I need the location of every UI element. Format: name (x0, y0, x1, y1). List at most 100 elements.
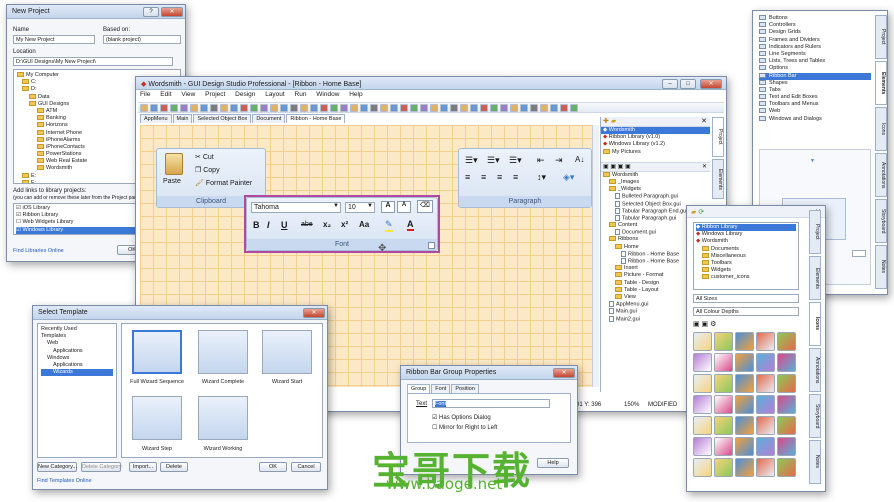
toolbar-button-icon[interactable] (390, 104, 398, 112)
toolbar-button-icon[interactable] (240, 104, 248, 112)
text-field[interactable]: Font (432, 399, 550, 408)
preview-dropdown-field[interactable] (852, 250, 866, 257)
element-category-item[interactable]: Ribbon Bar (759, 72, 871, 80)
paste-icon[interactable] (165, 153, 183, 175)
tab-position[interactable]: Position (451, 384, 479, 393)
toolbar-button-icon[interactable] (270, 104, 278, 112)
tab-document[interactable]: Document (252, 114, 286, 123)
vtab-annotations[interactable]: Annotations (875, 153, 887, 197)
bullets-icon[interactable]: ☰▾ (465, 155, 478, 166)
multilevel-icon[interactable]: ☰▾ (509, 155, 522, 166)
toolbar-button-icon[interactable] (230, 104, 238, 112)
mirror-checkbox[interactable]: ☐ Mirror for Right to Left (432, 424, 497, 431)
toolbar-button-icon[interactable] (440, 104, 448, 112)
template-tree-item[interactable]: Wizards (41, 369, 113, 377)
vtab-icons[interactable]: Icons (809, 302, 821, 346)
refresh-icon[interactable]: ⟳ (698, 209, 704, 216)
shading-icon[interactable]: ◈▾ (563, 172, 574, 183)
grow-font-icon[interactable]: A (381, 201, 395, 213)
element-category-item[interactable]: Tabs (759, 87, 871, 94)
cancel-button[interactable]: Cancel (291, 462, 321, 472)
icon-thumbnail[interactable] (735, 437, 754, 456)
icon-thumbnail[interactable] (735, 374, 754, 393)
icon-thumbnail[interactable] (777, 458, 796, 477)
import-button[interactable]: Import... (129, 462, 157, 472)
underline-button[interactable]: U (281, 220, 288, 230)
project-item[interactable]: ◆ Wordsmith (601, 127, 710, 135)
font-size-arrow-icon[interactable]: ▼ (367, 203, 373, 209)
element-category-item[interactable]: Controllers (759, 22, 871, 29)
align-left-icon[interactable]: ≡ (465, 172, 470, 182)
location-field[interactable]: D:\GUI Designs\My New Project\ (13, 57, 173, 66)
icon-thumbnail[interactable] (777, 374, 796, 393)
toolbar-button-icon[interactable] (340, 104, 348, 112)
new-category-button[interactable]: New Category... (37, 462, 77, 472)
toolbar-button-icon[interactable] (150, 104, 158, 112)
strikethrough-button[interactable]: abe (301, 221, 313, 228)
toolbar-button-icon[interactable] (400, 104, 408, 112)
font-name-select[interactable]: Tahoma (251, 202, 341, 213)
icon-thumbnail[interactable] (756, 437, 775, 456)
folder-open-icon[interactable]: ▰ (611, 118, 616, 125)
menu-edit[interactable]: Edit (160, 91, 171, 98)
pin-icon[interactable]: ✚ (603, 118, 609, 125)
icon-thumbnail[interactable] (714, 395, 733, 414)
element-category-item[interactable]: Lists, Trees and Tables (759, 58, 871, 65)
toolbar-button-icon[interactable] (190, 104, 198, 112)
template-tree-item[interactable]: Web (41, 340, 113, 347)
icon-thumbnail[interactable] (714, 458, 733, 477)
vtab-storyboard[interactable]: Storyboard (809, 394, 821, 438)
vtab-elements[interactable]: Elements (712, 159, 724, 199)
menu-project[interactable]: Project (205, 91, 225, 98)
close-panel-icon[interactable]: ✕ (701, 117, 707, 125)
toolbar-button-icon[interactable] (180, 104, 188, 112)
icon-thumbnail[interactable] (777, 395, 796, 414)
element-category-item[interactable]: Design Grids (759, 29, 871, 36)
bold-button[interactable]: B (253, 220, 260, 230)
vtab-notes[interactable]: Notes (809, 440, 821, 484)
icon-library-item[interactable]: ◆ Ribbon Library (696, 224, 796, 232)
toolbar-button-icon[interactable] (490, 104, 498, 112)
toolbar-button-icon[interactable] (350, 104, 358, 112)
icon-thumbnail[interactable] (756, 374, 775, 393)
icon-library-item[interactable]: customer_icons (696, 274, 796, 281)
close-button[interactable]: ✕ (553, 368, 575, 378)
help-button[interactable]: Help (537, 458, 569, 468)
menu-window[interactable]: Window (316, 91, 339, 98)
icon-library-item[interactable]: Miscellaneous (696, 253, 796, 260)
help-button[interactable]: ? (143, 7, 159, 17)
sizes-select[interactable]: All Sizes (693, 294, 799, 303)
element-category-item[interactable]: Shapes (759, 80, 871, 87)
toolbar-button-icon[interactable] (310, 104, 318, 112)
icon-thumbnail[interactable] (777, 332, 796, 351)
toolbar-button-icon[interactable] (170, 104, 178, 112)
toolbar-button-icon[interactable] (200, 104, 208, 112)
preview-dropdown-icon[interactable]: ▼ (810, 158, 815, 164)
icon-library-item[interactable]: Documents (696, 246, 796, 253)
change-case-button[interactable]: Aa (359, 220, 369, 229)
font-color-icon[interactable]: A (407, 219, 414, 231)
toolbar-button-icon[interactable] (470, 104, 478, 112)
element-category-item[interactable]: Line Segments (759, 51, 871, 58)
toolbar-button-icon[interactable] (420, 104, 428, 112)
icon-thumbnail[interactable] (756, 458, 775, 477)
icon-thumbnail[interactable] (756, 332, 775, 351)
find-templates-link[interactable]: Find Templates Online (37, 478, 92, 484)
vtab-project[interactable]: Project (809, 210, 821, 254)
decrease-indent-icon[interactable]: ⇤ (537, 155, 545, 166)
toolbar-button-icon[interactable] (550, 104, 558, 112)
align-right-icon[interactable]: ≡ (497, 172, 502, 182)
project-item[interactable]: ◆ Windows Library (v1.2) (601, 141, 710, 148)
icon-thumbnail[interactable] (735, 332, 754, 351)
template-thumbnail[interactable] (132, 396, 182, 440)
toolbar-button-icon[interactable] (430, 104, 438, 112)
toolbar-button-icon[interactable] (570, 104, 578, 112)
toolbar-button-icon[interactable] (160, 104, 168, 112)
icon-thumbnail[interactable] (693, 353, 712, 372)
italic-button[interactable]: I (267, 220, 270, 230)
icon-thumbnail[interactable] (693, 374, 712, 393)
tab-selected-object-box[interactable]: Selected Object Box (193, 114, 252, 123)
template-thumbnail[interactable] (198, 396, 248, 440)
icon-thumbnail[interactable] (777, 437, 796, 456)
menu-layout[interactable]: Layout (265, 91, 285, 98)
